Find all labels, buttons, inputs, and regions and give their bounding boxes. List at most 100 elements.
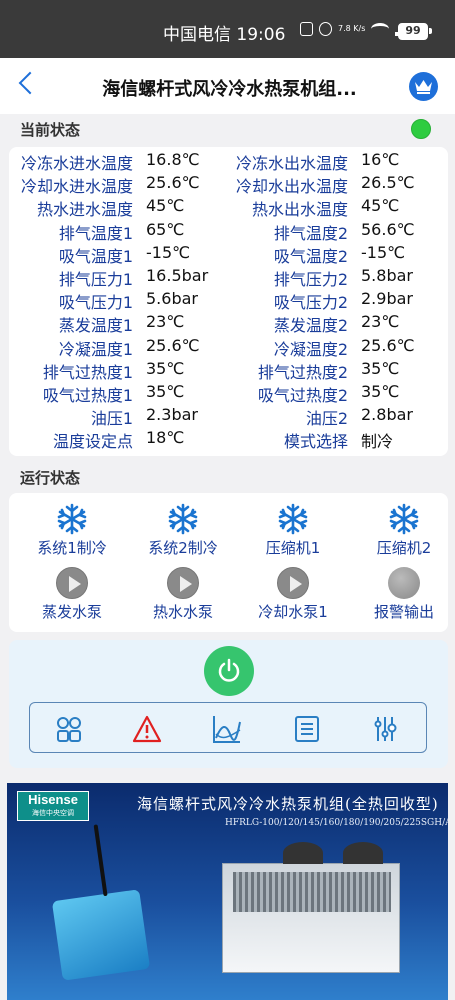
param-value: 35℃ (361, 382, 400, 401)
run-status-label: 压缩机1 (265, 539, 321, 557)
param-label: 蒸发温度1 (58, 316, 133, 336)
param-row: 油压1 2.3bar 油压2 2.8bar (9, 405, 448, 428)
param-row: 吸气压力1 5.6bar 吸气压力2 2.9bar (9, 289, 448, 312)
play-icon (56, 567, 88, 599)
status-icons: 7.8 K/s (300, 22, 411, 36)
snowflake-icon (128, 503, 238, 535)
param-label: 冷却水进水温度 (20, 177, 133, 197)
param-row: 温度设定点 18℃ 模式选择 制冷 (9, 428, 448, 451)
param-label: 吸气压力2 (273, 293, 348, 313)
param-label: 冷凝温度2 (273, 339, 348, 359)
run-status-label: 系统1制冷 (37, 539, 107, 557)
play-icon (277, 567, 309, 599)
run-status-item: 热水水泵 (128, 567, 238, 622)
param-value: 26.5℃ (361, 173, 415, 193)
heat-pump-unit-image (222, 842, 400, 973)
run-status-label: 压缩机2 (376, 539, 432, 557)
power-button[interactable] (204, 646, 254, 696)
play-icon (167, 567, 199, 599)
param-row: 排气温度1 65℃ 排气温度2 56.6℃ (9, 220, 448, 243)
param-value: 5.6bar (146, 289, 198, 309)
section-title-current-status: 当前状态 (20, 121, 81, 139)
param-row: 热水进水温度 45℃ 热水出水温度 45℃ (9, 196, 448, 219)
param-label: 排气温度2 (273, 223, 348, 243)
status-bar-text: 中国电信 19:06 (163, 25, 286, 45)
param-row: 冷冻水进水温度 16.8℃ 冷冻水出水温度 16℃ (9, 150, 448, 173)
param-value: 35℃ (146, 358, 185, 378)
grid-icon[interactable] (54, 714, 84, 744)
wifi-icon (371, 23, 390, 35)
param-value: 5.8bar (361, 266, 413, 285)
alarm-indicator-icon (388, 567, 420, 599)
trend-chart-icon[interactable] (212, 714, 242, 744)
param-label: 吸气过热度2 (257, 386, 348, 405)
battery-indicator: 99 (398, 23, 432, 40)
tool-bar (29, 702, 427, 753)
param-label: 吸气压力1 (58, 293, 133, 313)
app-header: 海信螺杆式风冷冷水热泵机组... (0, 58, 455, 114)
status-bar: 中国电信 19:06 7.8 K/s 99 (0, 0, 455, 58)
param-label: 冷冻水进水温度 (20, 154, 133, 173)
param-label: 排气压力1 (58, 270, 133, 289)
param-value: 65℃ (146, 219, 185, 239)
param-value: 2.3bar (146, 405, 198, 425)
param-value: -15℃ (361, 242, 406, 262)
settings-sliders-icon[interactable] (370, 714, 400, 744)
param-value: 制冷 (361, 432, 394, 452)
list-icon[interactable] (292, 714, 322, 744)
param-label: 排气过热度2 (257, 362, 348, 382)
param-label: 冷冻水出水温度 (235, 154, 348, 173)
param-value: 25.6℃ (146, 335, 200, 355)
warning-icon[interactable] (132, 714, 162, 744)
param-value: 45℃ (361, 196, 400, 216)
banner-model: HFRLG-100/120/145/160/180/190/205/225SGH… (225, 818, 448, 828)
param-label: 蒸发温度2 (273, 316, 348, 336)
param-value: 2.8bar (361, 405, 413, 425)
run-status-label: 蒸发水泵 (41, 603, 102, 621)
crown-icon[interactable] (409, 72, 438, 101)
param-value: -15℃ (146, 242, 191, 262)
run-status-item: 蒸发水泵 (17, 567, 127, 622)
snowflake-icon (238, 503, 348, 535)
param-row: 排气过热度1 35℃ 排气过热度2 35℃ (9, 359, 448, 382)
param-value: 25.6℃ (361, 335, 415, 355)
param-row: 冷凝温度1 25.6℃ 冷凝温度2 25.6℃ (9, 336, 448, 359)
param-row: 冷却水进水温度 25.6℃ 冷却水出水温度 26.5℃ (9, 173, 448, 196)
run-status-item: 冷却水泵1 (238, 567, 348, 622)
back-arrow-icon[interactable] (18, 71, 42, 95)
param-value: 45℃ (146, 196, 185, 216)
snowflake-icon (17, 503, 127, 535)
run-status-item: 系统1制冷 (17, 503, 127, 558)
nfc-icon (300, 22, 313, 36)
param-label: 油压2 (305, 409, 348, 429)
param-value: 2.9bar (361, 289, 413, 309)
run-status-item: 系统2制冷 (128, 503, 238, 558)
run-status-label: 冷却水泵1 (258, 603, 328, 621)
brand-logo: Hisense 海信中央空调 (17, 791, 89, 821)
run-status-item: 报警输出 (349, 567, 455, 622)
param-value: 35℃ (146, 382, 185, 401)
run-status-item: 压缩机2 (349, 503, 455, 558)
param-label: 模式选择 (283, 432, 348, 452)
current-status-card: 冷冻水进水温度 16.8℃ 冷冻水出水温度 16℃ 冷却水进水温度 25.6℃ 冷却水出水温… (9, 147, 448, 456)
param-label: 吸气温度1 (58, 246, 133, 266)
param-label: 排气温度1 (58, 223, 133, 243)
param-label: 吸气温度2 (273, 246, 348, 266)
param-row: 吸气过热度1 35℃ 吸气过热度2 35℃ (9, 382, 448, 405)
param-label: 排气过热度1 (42, 362, 133, 382)
param-value: 25.6℃ (146, 173, 200, 193)
param-value: 16.8℃ (146, 150, 200, 169)
param-label: 吸气过热度1 (42, 386, 133, 405)
param-row: 排气压力1 16.5bar 排气压力2 5.8bar (9, 266, 448, 289)
run-status-card: 系统1制冷 系统2制冷 压缩机1 压缩机2 蒸发水泵 热水水泵 冷却水泵1 报警输出 (9, 493, 448, 632)
param-row: 吸气温度1 -15℃ 吸气温度2 -15℃ (9, 243, 448, 266)
online-status-indicator (411, 119, 431, 139)
section-title-run-status: 运行状态 (20, 469, 81, 487)
param-value: 35℃ (361, 358, 400, 378)
page-title: 海信螺杆式风冷冷水热泵机组... (102, 79, 357, 100)
param-value: 56.6℃ (361, 219, 415, 239)
run-status-label: 报警输出 (373, 603, 434, 621)
param-label: 热水进水温度 (36, 200, 133, 220)
param-value: 23℃ (146, 312, 185, 332)
param-row: 蒸发温度1 23℃ 蒸发温度2 23℃ (9, 312, 448, 335)
